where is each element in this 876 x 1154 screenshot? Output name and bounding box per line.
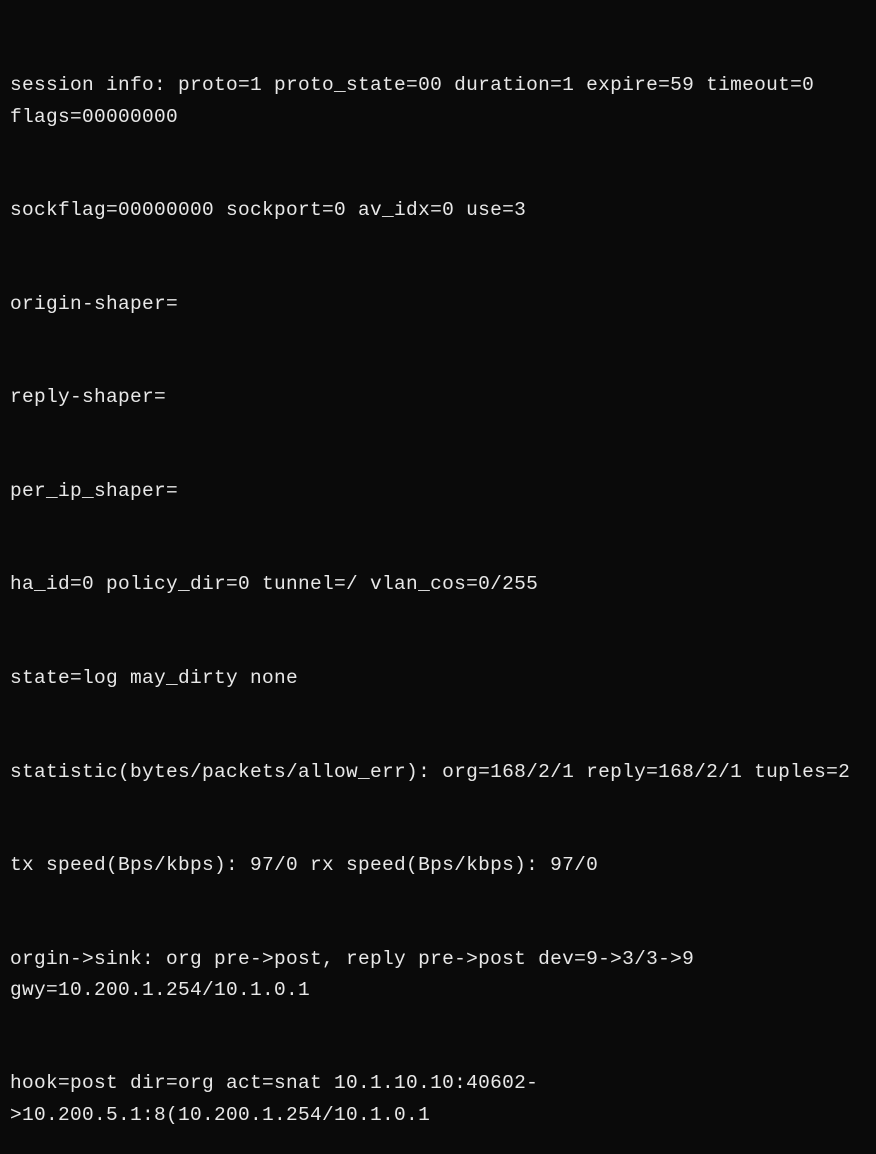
output-line: ha_id=0 policy_dir=0 tunnel=/ vlan_cos=0… xyxy=(10,569,866,600)
output-line: sockflag=00000000 sockport=0 av_idx=0 us… xyxy=(10,195,866,226)
output-line: hook=post dir=org act=snat 10.1.10.10:40… xyxy=(10,1068,866,1130)
output-line: state=log may_dirty none xyxy=(10,663,866,694)
terminal-output: session info: proto=1 proto_state=00 dur… xyxy=(10,8,866,1154)
output-line: statistic(bytes/packets/allow_err): org=… xyxy=(10,757,866,788)
output-line: session info: proto=1 proto_state=00 dur… xyxy=(10,70,866,132)
output-line: orgin->sink: org pre->post, reply pre->p… xyxy=(10,944,866,1006)
output-line: per_ip_shaper= xyxy=(10,476,866,507)
output-line: origin-shaper= xyxy=(10,289,866,320)
output-line: reply-shaper= xyxy=(10,382,866,413)
output-line: tx speed(Bps/kbps): 97/0 rx speed(Bps/kb… xyxy=(10,850,866,881)
